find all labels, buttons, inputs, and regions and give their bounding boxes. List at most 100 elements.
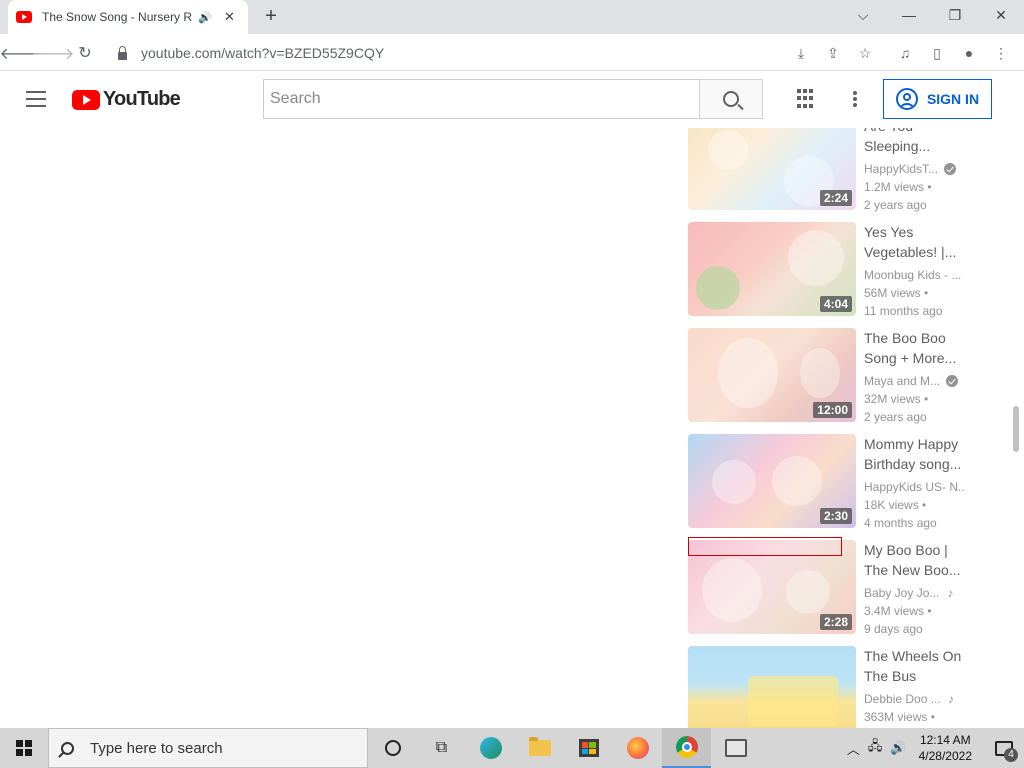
video-title[interactable]: Yes Yes Vegetables! |... bbox=[864, 222, 964, 262]
video-thumbnail[interactable]: 2:24 bbox=[688, 128, 856, 210]
video-title[interactable]: The Wheels On The Bus Song... bbox=[864, 646, 964, 686]
browser-menu-icon[interactable]: ⋮ bbox=[990, 42, 1012, 64]
clock-date: 4/28/2022 bbox=[918, 749, 972, 763]
side-panel-icon[interactable]: ▯ bbox=[926, 42, 948, 64]
video-duration: 2:28 bbox=[819, 614, 852, 630]
browser-tab-strip: The Snow Song - Nursery Rhymes 🔊 ✕ + ⌵ —… bbox=[0, 0, 1024, 34]
channel-name[interactable]: Debbie Doo ... bbox=[864, 690, 940, 708]
media-control-icon[interactable]: ♫ bbox=[894, 42, 916, 64]
video-duration: 4:04 bbox=[819, 296, 852, 312]
install-app-icon[interactable]: ⤓ bbox=[790, 42, 812, 64]
upload-age: 4 months ago bbox=[864, 516, 937, 530]
recommendation-item[interactable]: 2:24 Are You Sleeping... HappyKidsT... 1… bbox=[688, 128, 988, 212]
start-button[interactable] bbox=[0, 728, 48, 768]
chrome-icon bbox=[675, 736, 698, 758]
upload-age: 2 years ago bbox=[864, 410, 927, 424]
highlight-box bbox=[688, 537, 842, 556]
taskbar-clock[interactable]: 12:14 AM 4/28/2022 bbox=[919, 732, 972, 764]
recommendation-item[interactable]: 2:30 Mommy Happy Birthday song... HappyK… bbox=[688, 434, 988, 530]
reload-icon[interactable]: ↻ bbox=[72, 40, 98, 66]
tab-search-dropdown-icon[interactable]: ⌵ bbox=[840, 0, 886, 30]
youtube-logo[interactable]: YouTube bbox=[72, 88, 181, 111]
firefox-taskbar-button[interactable] bbox=[613, 728, 662, 768]
video-title[interactable]: My Boo Boo | The New Boo... bbox=[864, 540, 964, 580]
network-icon[interactable]: 🖧 bbox=[868, 737, 883, 759]
minimize-icon[interactable]: — bbox=[886, 0, 932, 30]
edge-taskbar-button[interactable] bbox=[466, 728, 515, 768]
lock-icon bbox=[118, 46, 127, 60]
forward-arrow-icon[interactable]: 🡒 bbox=[32, 40, 75, 66]
video-thumbnail[interactable]: 2:30 bbox=[688, 434, 856, 528]
apps-grid-icon[interactable] bbox=[797, 89, 817, 109]
windows-logo-icon bbox=[16, 740, 32, 756]
video-meta: The Wheels On The Bus Song... Debbie Doo… bbox=[864, 646, 964, 726]
video-meta: My Boo Boo | The New Boo... Baby Joy Jo.… bbox=[864, 540, 964, 638]
share-icon[interactable]: ⇪ bbox=[822, 42, 844, 64]
music-note-icon: ♪ bbox=[948, 692, 954, 706]
store-taskbar-button[interactable] bbox=[564, 728, 613, 768]
video-thumbnail[interactable] bbox=[688, 646, 856, 728]
youtube-favicon-icon bbox=[16, 11, 32, 23]
task-view-icon: ⧉ bbox=[435, 739, 448, 756]
screen: The Snow Song - Nursery Rhymes 🔊 ✕ + ⌵ —… bbox=[0, 0, 1024, 768]
tab-audio-icon[interactable]: 🔊 bbox=[198, 11, 212, 24]
video-thumbnail[interactable]: 4:04 bbox=[688, 222, 856, 316]
view-count: 18K views • bbox=[864, 498, 927, 512]
back-arrow-icon[interactable]: 🡐 bbox=[0, 40, 42, 66]
new-tab-button[interactable]: + bbox=[260, 6, 282, 28]
task-view-button[interactable]: ⧉ bbox=[417, 728, 466, 768]
settings-menu-icon[interactable] bbox=[850, 89, 860, 109]
watch-page: 2:24 Are You Sleeping... HappyKidsT... 1… bbox=[0, 128, 1024, 728]
recommendation-item[interactable]: 12:00 The Boo Boo Song + More... Maya an… bbox=[688, 328, 988, 424]
app-taskbar-button[interactable] bbox=[711, 728, 760, 768]
search-icon bbox=[61, 741, 74, 755]
view-count: 3.4M views • bbox=[864, 604, 932, 618]
video-meta: The Boo Boo Song + More... Maya and M...… bbox=[864, 328, 964, 426]
upload-age: 2 years ago bbox=[864, 198, 927, 212]
channel-name[interactable]: HappyKidsT... bbox=[864, 160, 938, 178]
browser-toolbar: 🡐 🡒 ↻ youtube.com/watch?v=BZED55Z9CQY ⤓ … bbox=[0, 34, 1024, 71]
channel-name[interactable]: Moonbug Kids - ... bbox=[864, 266, 961, 284]
channel-name[interactable]: Baby Joy Jo... bbox=[864, 584, 939, 602]
cortana-button[interactable] bbox=[368, 728, 417, 768]
search-input[interactable] bbox=[270, 90, 700, 108]
browser-tab[interactable]: The Snow Song - Nursery Rhymes 🔊 ✕ bbox=[8, 0, 248, 34]
video-title[interactable]: Are You Sleeping... bbox=[864, 128, 964, 156]
channel-name[interactable]: HappyKids US- N... bbox=[864, 478, 964, 496]
show-hidden-icons-chevron-icon[interactable]: ︿ bbox=[847, 739, 860, 758]
search-icon bbox=[723, 91, 739, 107]
page-scrollbar[interactable] bbox=[1013, 406, 1019, 452]
file-explorer-taskbar-button[interactable] bbox=[515, 728, 564, 768]
channel-name-row: HappyKidsT... bbox=[864, 160, 964, 178]
volume-icon[interactable]: 🔊 bbox=[890, 740, 906, 756]
channel-name-row: HappyKids US- N... bbox=[864, 478, 964, 496]
address-bar[interactable]: youtube.com/watch?v=BZED55Z9CQY bbox=[106, 39, 786, 67]
view-count: 1.2M views • bbox=[864, 180, 932, 194]
window-close-icon[interactable]: ✕ bbox=[978, 0, 1024, 30]
search-box bbox=[263, 79, 700, 119]
recommendation-item[interactable]: 4:04 Yes Yes Vegetables! |... Moonbug Ki… bbox=[688, 222, 988, 318]
chrome-taskbar-button[interactable] bbox=[662, 728, 711, 768]
tab-title: The Snow Song - Nursery Rhymes bbox=[42, 10, 192, 24]
music-note-icon: ♪ bbox=[947, 586, 954, 600]
search-button[interactable] bbox=[699, 79, 763, 119]
video-duration: 2:24 bbox=[819, 190, 852, 206]
video-title[interactable]: The Boo Boo Song + More... bbox=[864, 328, 964, 368]
video-title[interactable]: Mommy Happy Birthday song... bbox=[864, 434, 964, 474]
action-center-button[interactable]: 4 bbox=[984, 728, 1024, 768]
video-thumbnail[interactable]: 12:00 bbox=[688, 328, 856, 422]
bookmark-star-icon[interactable]: ☆ bbox=[854, 42, 876, 64]
profile-icon[interactable]: ● bbox=[958, 42, 980, 64]
verified-badge-icon bbox=[944, 163, 957, 175]
taskbar-search-placeholder: Type here to search bbox=[90, 739, 223, 757]
notification-count: 4 bbox=[1004, 748, 1018, 762]
channel-name[interactable]: Maya and M... bbox=[864, 372, 940, 390]
youtube-play-icon bbox=[72, 89, 100, 110]
recommendation-item[interactable]: The Wheels On The Bus Song... Debbie Doo… bbox=[688, 646, 988, 728]
hamburger-menu-icon[interactable] bbox=[26, 91, 46, 107]
taskbar-search-box[interactable]: Type here to search bbox=[48, 728, 368, 768]
restore-icon[interactable]: ❐ bbox=[932, 0, 978, 30]
sign-in-button[interactable]: SIGN IN bbox=[883, 79, 992, 119]
channel-name-row: Moonbug Kids - ... bbox=[864, 266, 964, 284]
tab-close-icon[interactable]: ✕ bbox=[224, 9, 235, 25]
